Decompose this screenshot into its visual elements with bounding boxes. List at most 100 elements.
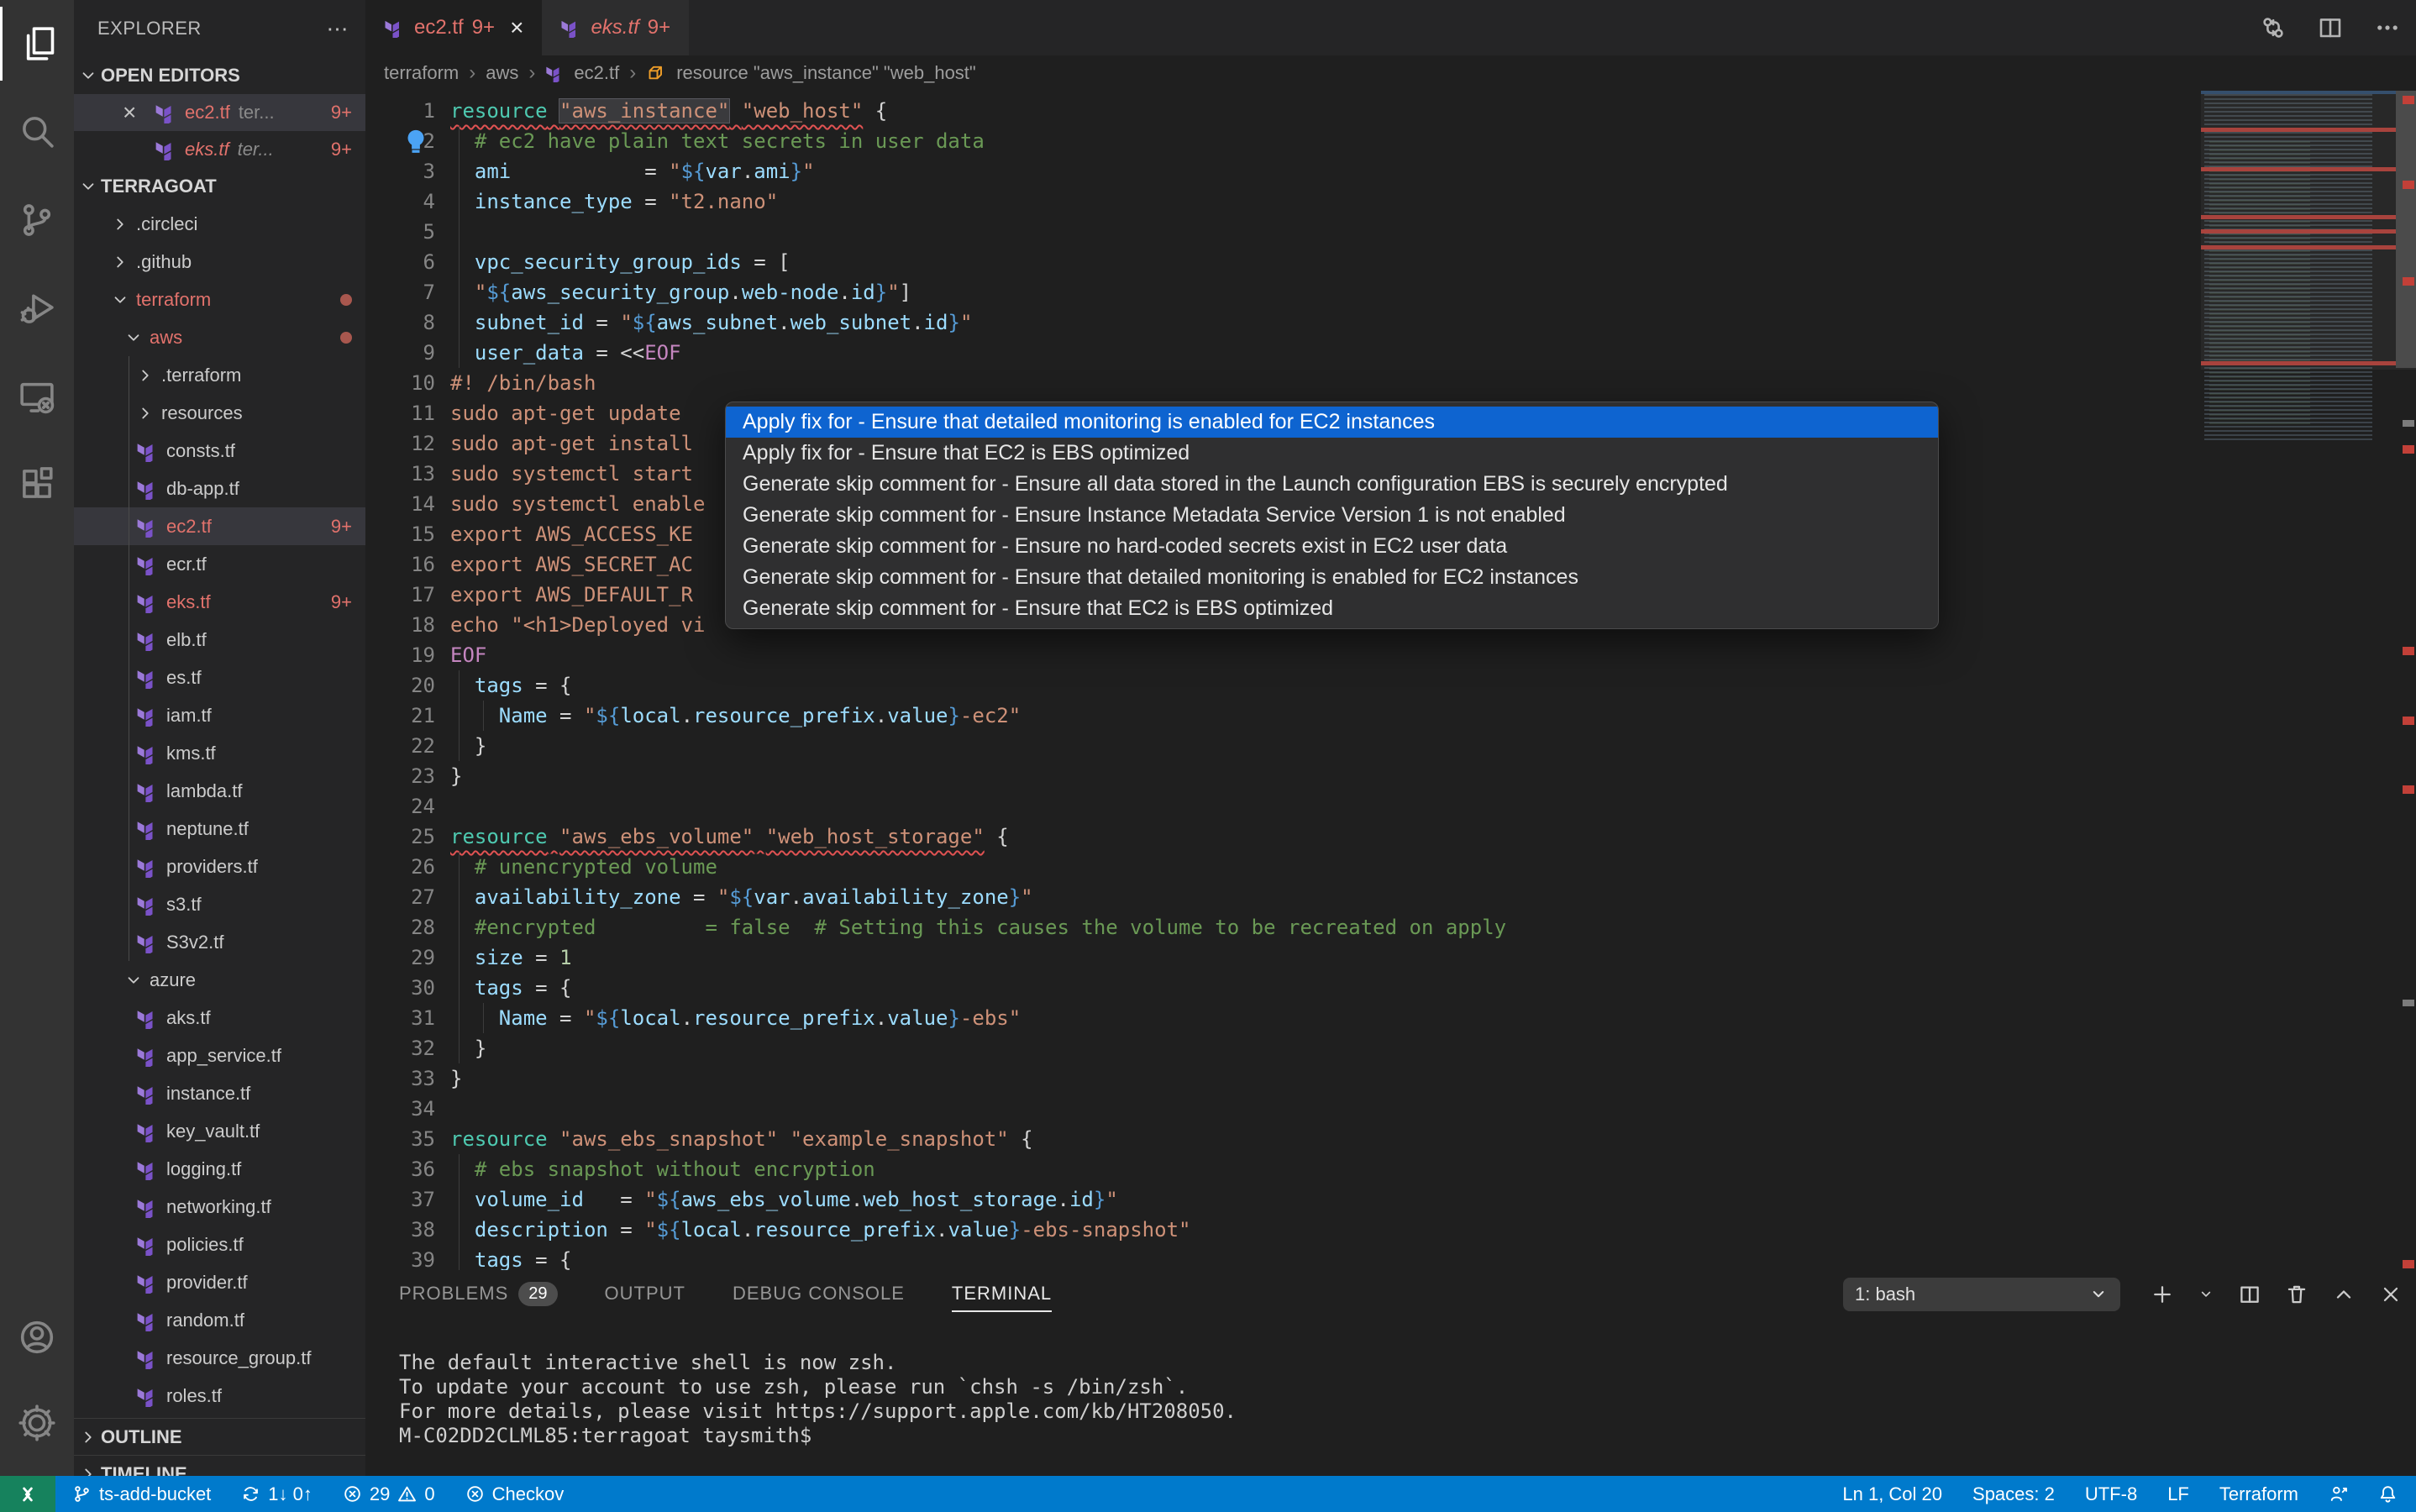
lightbulb-icon[interactable]: [403, 129, 428, 154]
tree-item-networking.tf[interactable]: networking.tf: [74, 1188, 365, 1226]
open-editor-ec2.tf[interactable]: ×ec2.tfter...9+: [74, 94, 365, 131]
panel-tab-output[interactable]: OUTPUT: [605, 1270, 685, 1317]
tree-item-logging.tf[interactable]: logging.tf: [74, 1150, 365, 1188]
tree-item-es.tf[interactable]: es.tf: [74, 659, 365, 696]
eol-sequence[interactable]: LF: [2167, 1483, 2189, 1505]
tab-ec2[interactable]: ec2.tf 9+ ×: [365, 0, 542, 55]
code-line-5[interactable]: 5: [365, 217, 2201, 247]
sync-status[interactable]: 1↓ 0↑: [241, 1483, 313, 1505]
quick-fix-item[interactable]: Generate skip comment for - Ensure Insta…: [726, 500, 1938, 531]
code-line-6[interactable]: 6 vpc_security_group_ids = [: [365, 247, 2201, 277]
kill-terminal-icon[interactable]: [2285, 1283, 2308, 1306]
tree-item-.circleci[interactable]: .circleci: [74, 205, 365, 243]
run-debug-icon[interactable]: [0, 270, 74, 344]
code-line-39[interactable]: 39 tags = {: [365, 1245, 2201, 1270]
problems-status[interactable]: 29 0: [343, 1483, 435, 1505]
more-actions-icon[interactable]: ⋯: [327, 16, 349, 42]
tree-item-iam.tf[interactable]: iam.tf: [74, 696, 365, 734]
terminal-output[interactable]: The default interactive shell is now zsh…: [399, 1351, 1237, 1448]
remote-indicator[interactable]: [0, 1476, 55, 1512]
tree-item-kms.tf[interactable]: kms.tf: [74, 734, 365, 772]
account-icon[interactable]: [0, 1300, 74, 1374]
code-line-38[interactable]: 38 description = "${local.resource_prefi…: [365, 1215, 2201, 1245]
more-actions-icon[interactable]: [2374, 14, 2401, 41]
tree-item-resources[interactable]: resources: [74, 394, 365, 432]
code-line-30[interactable]: 30 tags = {: [365, 973, 2201, 1003]
encoding[interactable]: UTF-8: [2085, 1483, 2137, 1505]
project-header[interactable]: TERRAGOAT: [74, 168, 365, 205]
code-line-26[interactable]: 26 # unencrypted volume: [365, 852, 2201, 882]
close-panel-icon[interactable]: [2379, 1283, 2403, 1306]
extensions-icon[interactable]: [0, 447, 74, 521]
tree-item-consts.tf[interactable]: consts.tf: [74, 432, 365, 470]
tree-item-.github[interactable]: .github: [74, 243, 365, 281]
code-line-4[interactable]: 4 instance_type = "t2.nano": [365, 186, 2201, 217]
scrollbar-slider[interactable]: [2396, 91, 2416, 368]
code-line-36[interactable]: 36 # ebs snapshot without encryption: [365, 1154, 2201, 1184]
maximize-panel-icon[interactable]: [2332, 1283, 2356, 1306]
notifications-button[interactable]: [2378, 1484, 2398, 1504]
settings-gear-icon[interactable]: [0, 1386, 74, 1460]
quick-fix-item[interactable]: Apply fix for - Ensure that EC2 is EBS o…: [726, 438, 1938, 469]
tree-item-providers.tf[interactable]: providers.tf: [74, 848, 365, 885]
quick-fix-item[interactable]: Generate skip comment for - Ensure all d…: [726, 469, 1938, 500]
tree-item-aws[interactable]: aws: [74, 318, 365, 356]
tree-item-.terraform[interactable]: .terraform: [74, 356, 365, 394]
open-editors-header[interactable]: OPEN EDITORS: [74, 57, 365, 94]
code-line-1[interactable]: 1resource "aws_instance" "web_host" {: [365, 96, 2201, 126]
close-icon[interactable]: ×: [510, 14, 523, 41]
tree-item-provider.tf[interactable]: provider.tf: [74, 1263, 365, 1301]
breadcrumb-symbol[interactable]: resource "aws_instance" "web_host": [676, 62, 976, 84]
open-changes-icon[interactable]: [2260, 14, 2287, 41]
tree-item-lambda.tf[interactable]: lambda.tf: [74, 772, 365, 810]
code-line-33[interactable]: 33}: [365, 1063, 2201, 1094]
tree-item-neptune.tf[interactable]: neptune.tf: [74, 810, 365, 848]
close-icon[interactable]: ×: [123, 101, 155, 124]
search-icon[interactable]: [0, 94, 74, 168]
breadcrumb-item[interactable]: aws: [486, 62, 518, 84]
cursor-position[interactable]: Ln 1, Col 20: [1842, 1483, 1942, 1505]
code-line-24[interactable]: 24: [365, 791, 2201, 822]
tree-item-ecr.tf[interactable]: ecr.tf: [74, 545, 365, 583]
code-editor[interactable]: 1resource "aws_instance" "web_host" {2 #…: [365, 91, 2416, 1270]
code-line-35[interactable]: 35resource "aws_ebs_snapshot" "example_s…: [365, 1124, 2201, 1154]
remote-explorer-icon[interactable]: [0, 360, 74, 433]
code-line-37[interactable]: 37 volume_id = "${aws_ebs_volume.web_hos…: [365, 1184, 2201, 1215]
tree-item-S3v2.tf[interactable]: S3v2.tf: [74, 923, 365, 961]
code-line-21[interactable]: 21 Name = "${local.resource_prefix.value…: [365, 701, 2201, 731]
code-line-2[interactable]: 2 # ec2 have plain text secrets in user …: [365, 126, 2201, 156]
tree-item-s3.tf[interactable]: s3.tf: [74, 885, 365, 923]
git-branch-status[interactable]: ts-add-bucket: [72, 1483, 211, 1505]
tree-item-key_vault.tf[interactable]: key_vault.tf: [74, 1112, 365, 1150]
breadcrumb-item[interactable]: ec2.tf: [574, 62, 619, 84]
quick-fix-item[interactable]: Generate skip comment for - Ensure that …: [726, 593, 1938, 624]
minimap[interactable]: [2201, 91, 2396, 1270]
code-line-32[interactable]: 32 }: [365, 1033, 2201, 1063]
code-line-10[interactable]: 10#! /bin/bash: [365, 368, 2201, 398]
code-line-29[interactable]: 29 size = 1: [365, 942, 2201, 973]
code-line-7[interactable]: 7 "${aws_security_group.web-node.id}"]: [365, 277, 2201, 307]
code-line-19[interactable]: 19EOF: [365, 640, 2201, 670]
editor-scrollbar[interactable]: [2396, 91, 2416, 1270]
tree-item-random.tf[interactable]: random.tf: [74, 1301, 365, 1339]
tree-item-ec2.tf[interactable]: ec2.tf9+: [74, 507, 365, 545]
checkov-status[interactable]: Checkov: [465, 1483, 565, 1505]
tree-item-instance.tf[interactable]: instance.tf: [74, 1074, 365, 1112]
language-mode[interactable]: Terraform: [2219, 1483, 2298, 1505]
quick-fix-item[interactable]: Generate skip comment for - Ensure no ha…: [726, 531, 1938, 562]
tree-item-app_service.tf[interactable]: app_service.tf: [74, 1037, 365, 1074]
tree-item-db-app.tf[interactable]: db-app.tf: [74, 470, 365, 507]
quick-fix-item[interactable]: Generate skip comment for - Ensure that …: [726, 562, 1938, 593]
breadcrumb-item[interactable]: terraform: [384, 62, 459, 84]
feedback-button[interactable]: [2329, 1484, 2348, 1504]
new-terminal-icon[interactable]: [2151, 1283, 2174, 1306]
code-line-23[interactable]: 23}: [365, 761, 2201, 791]
source-control-icon[interactable]: [0, 183, 74, 257]
panel-tab-problems[interactable]: PROBLEMS29: [399, 1270, 558, 1317]
tree-item-resource_group.tf[interactable]: resource_group.tf: [74, 1339, 365, 1377]
code-line-22[interactable]: 22 }: [365, 731, 2201, 761]
tree-item-eks.tf[interactable]: eks.tf9+: [74, 583, 365, 621]
tree-item-elb.tf[interactable]: elb.tf: [74, 621, 365, 659]
code-line-3[interactable]: 3 ami = "${var.ami}": [365, 156, 2201, 186]
code-line-31[interactable]: 31 Name = "${local.resource_prefix.value…: [365, 1003, 2201, 1033]
